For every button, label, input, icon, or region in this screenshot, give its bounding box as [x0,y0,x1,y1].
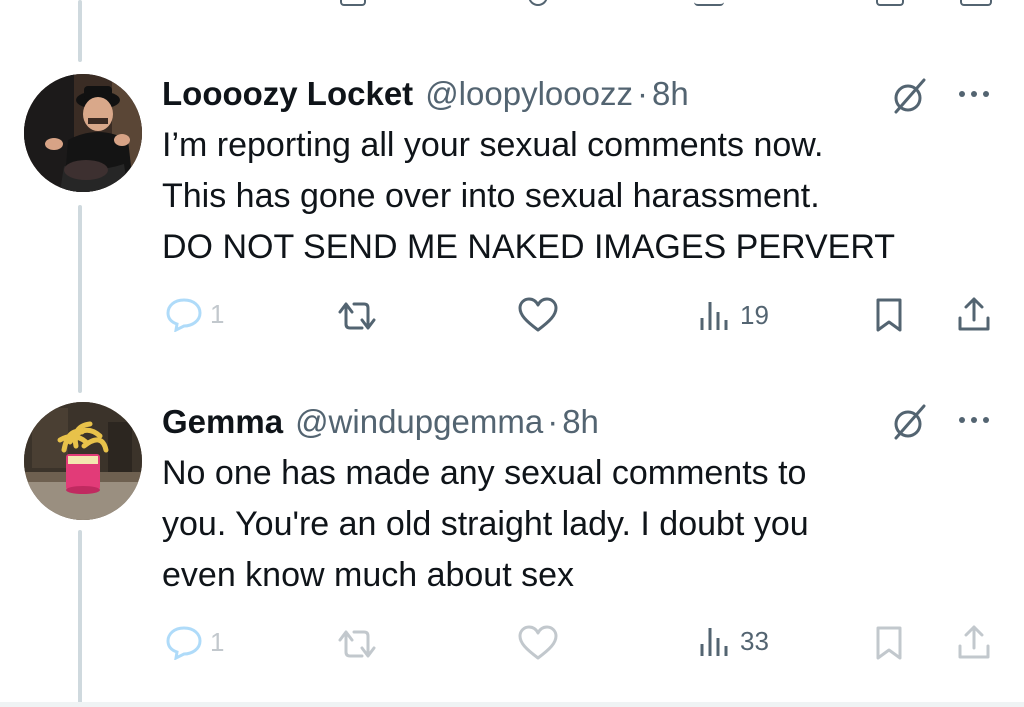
retweet-icon [338,302,376,330]
user-handle[interactable]: @windupgemma [295,403,543,441]
separator-dot: · [547,403,559,440]
share-icon [958,297,990,331]
previous-retweet-icon[interactable] [340,0,366,6]
more-options-icon[interactable] [952,398,996,442]
reply-icon [166,626,202,660]
timestamp[interactable]: 8h [562,403,599,441]
avatar-image [24,74,142,192]
grok-icon[interactable] [888,400,932,444]
tweet-text: No one has made any sexual comments to y… [162,448,992,601]
tweet-text-line: even know much about sex [162,556,575,594]
separator-dot: · [636,75,648,112]
grok-icon[interactable] [888,74,932,118]
thread-line-middle [78,205,82,393]
previous-views-icon[interactable] [694,0,724,6]
tweet-text-line: you. You're an old straight lady. I doub… [162,505,809,543]
tweet-text-line: DO NOT SEND ME NAKED IMAGES PERVERT [162,228,896,266]
reply-count: 1 [210,626,225,657]
retweet-button[interactable] [332,298,382,334]
like-icon [518,625,558,660]
bookmark-icon [876,298,902,332]
tweet-text-line: This has gone over into sexual harassmen… [162,177,820,215]
retweet-icon [338,630,376,658]
reply-button[interactable]: 1 [164,296,224,332]
previous-like-icon[interactable] [528,0,548,6]
views-button[interactable]: 19 [696,298,769,332]
views-button[interactable]: 33 [696,624,769,658]
views-icon [700,302,728,330]
previous-bookmark-icon[interactable] [876,0,904,6]
bottom-divider [0,702,1024,707]
views-count: 19 [740,299,769,330]
display-name[interactable]: Gemma [162,403,283,441]
tweet-text-line: No one has made any sexual comments to [162,454,807,492]
share-button[interactable] [954,294,994,334]
like-icon [518,297,558,332]
tweet-header: Gemma @windupgemma · 8h [162,400,599,444]
reply-icon [166,298,202,332]
retweet-button[interactable] [332,626,382,662]
reply-button[interactable]: 1 [164,624,224,660]
bookmark-button[interactable] [872,296,906,334]
share-icon [958,625,990,659]
previous-share-icon[interactable] [960,0,992,6]
bookmark-button[interactable] [872,624,906,662]
thread-line-top [78,0,82,62]
timestamp[interactable]: 8h [652,75,689,113]
views-icon [700,628,728,656]
avatar-image [24,402,142,520]
previous-tweet-actions [0,0,1024,8]
avatar[interactable] [24,402,142,520]
avatar[interactable] [24,74,142,192]
share-button[interactable] [954,622,994,662]
thread-line-bottom [78,530,82,707]
more-options-icon[interactable] [952,72,996,116]
like-button[interactable] [516,296,560,334]
tweet-header: Loooozy Locket @loopylooozz · 8h [162,72,689,116]
reply-count: 1 [210,298,225,329]
user-handle[interactable]: @loopylooozz [425,75,633,113]
tweet-text: I’m reporting all your sexual comments n… [162,120,992,273]
tweet-text-line: I’m reporting all your sexual comments n… [162,126,824,164]
display-name[interactable]: Loooozy Locket [162,75,413,113]
like-button[interactable] [516,624,560,662]
views-count: 33 [740,625,769,656]
bookmark-icon [876,626,902,660]
